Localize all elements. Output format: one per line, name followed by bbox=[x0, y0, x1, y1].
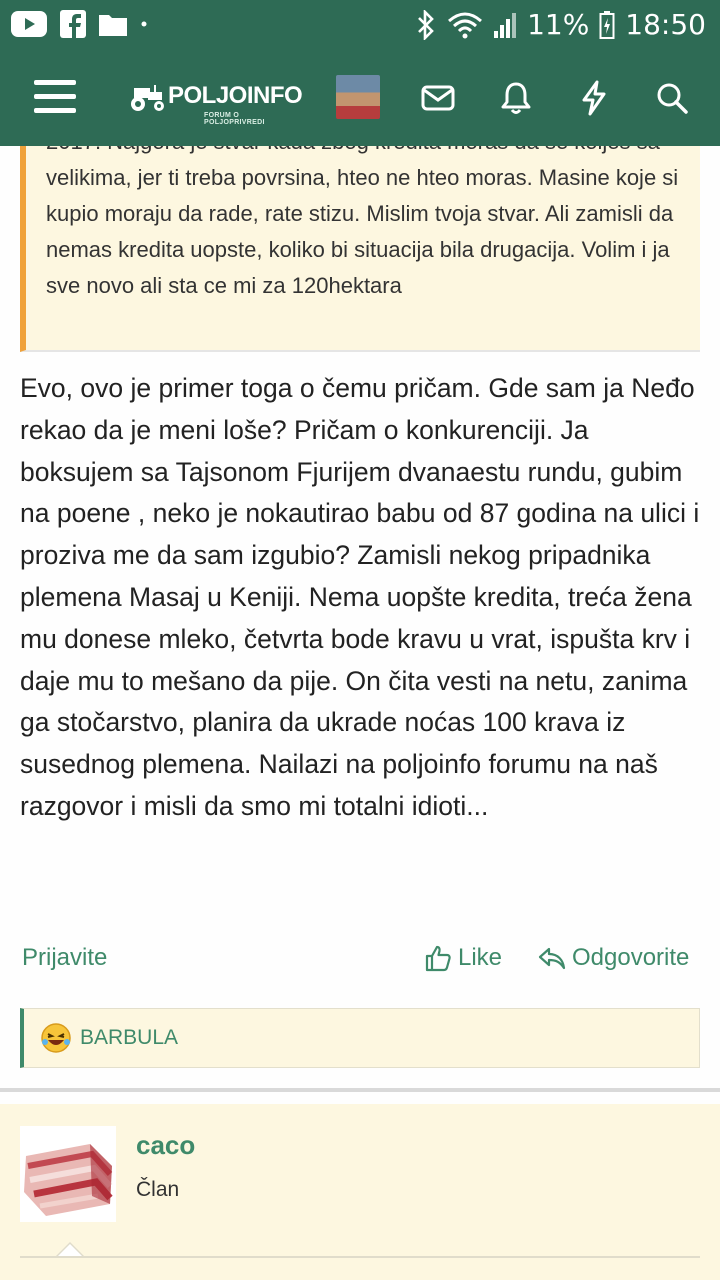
dot-icon bbox=[141, 21, 147, 27]
reply-label: Odgovorite bbox=[572, 944, 690, 971]
status-right: 11% 18:50 bbox=[415, 8, 706, 41]
search-icon[interactable] bbox=[654, 80, 690, 116]
bolt-icon[interactable] bbox=[576, 80, 612, 116]
next-post-header: caco Član bbox=[0, 1104, 720, 1280]
user-avatar[interactable] bbox=[20, 1126, 116, 1222]
caret-pointer bbox=[56, 1242, 84, 1256]
logo-tagline: FORUM O POLJOPRIVREDI bbox=[204, 112, 265, 126]
menu-icon[interactable] bbox=[34, 80, 76, 114]
battery-icon bbox=[599, 10, 615, 39]
user-role: Član bbox=[136, 1178, 180, 1201]
clock: 18:50 bbox=[625, 8, 706, 41]
username[interactable]: caco bbox=[136, 1130, 195, 1161]
status-bar: 11% 18:50 bbox=[0, 0, 720, 50]
battery-percent: 11% bbox=[527, 8, 590, 41]
bell-icon[interactable] bbox=[498, 80, 534, 116]
reply-button[interactable]: Odgovorite bbox=[538, 944, 689, 972]
report-link[interactable]: Prijavite bbox=[22, 944, 107, 972]
avatar[interactable] bbox=[336, 75, 380, 119]
post-separator bbox=[0, 1088, 720, 1092]
divider bbox=[20, 1256, 700, 1258]
envelope-icon[interactable] bbox=[420, 80, 456, 116]
status-left-icons bbox=[10, 10, 148, 38]
facebook-icon bbox=[60, 10, 86, 38]
app-header: POLJOINFO FORUM O POLJOPRIVREDI bbox=[0, 50, 720, 146]
reactions-bar[interactable]: BARBULA bbox=[20, 1008, 700, 1068]
like-label: Like bbox=[458, 944, 503, 971]
youtube-icon bbox=[11, 11, 47, 37]
thumbs-up-icon bbox=[425, 945, 451, 972]
site-logo[interactable]: POLJOINFO FORUM O POLJOPRIVREDI bbox=[124, 80, 303, 132]
tractor-icon bbox=[131, 85, 164, 111]
logo-name: POLJOINFO bbox=[168, 82, 303, 109]
bacon-avatar-image bbox=[24, 1144, 113, 1216]
quote-text: 2017. Najgora je stvar kada zbog kredita… bbox=[46, 146, 679, 298]
like-button[interactable]: Like bbox=[424, 944, 502, 972]
signal-icon bbox=[494, 12, 517, 38]
post-body: Evo, ovo je primer toga o čemu pričam. G… bbox=[20, 373, 700, 821]
wifi-icon bbox=[448, 12, 483, 38]
quoted-post: 2017. Najgora je stvar kada zbog kredita… bbox=[20, 146, 700, 352]
bluetooth-icon bbox=[418, 9, 434, 40]
reaction-users[interactable]: BARBULA bbox=[80, 1026, 178, 1050]
reply-icon bbox=[538, 947, 566, 970]
laughing-emoji-icon bbox=[41, 1023, 71, 1053]
folder-icon bbox=[99, 15, 127, 36]
